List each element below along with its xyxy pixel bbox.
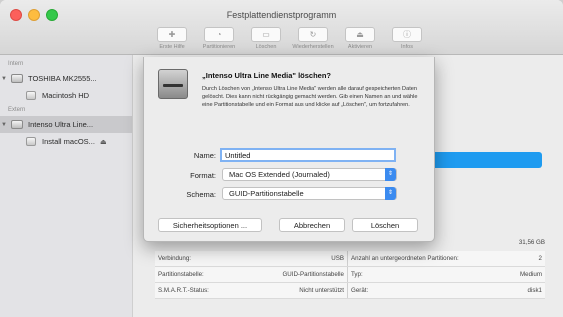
toolbar-restore[interactable]: ↻ Wiederherstellen [291, 27, 335, 50]
chevron-updown-icon: ⇕ [385, 187, 396, 200]
format-label: Format: [190, 171, 216, 180]
toolbar-label: Aktivieren [347, 44, 373, 50]
toolbar-mount[interactable]: ⏏ Aktivieren [338, 27, 382, 50]
first-aid-icon[interactable]: ✚ [157, 27, 187, 42]
sidebar-item-install-macos[interactable]: Install macOS... ⏏ [0, 133, 132, 150]
info-label: S.M.A.R.T.-Status: [155, 282, 241, 299]
info-value: GUID-Partitionstabelle [241, 266, 348, 283]
disk-utility-window: Festplattendienstprogramm ✚ Erste Hilfe … [0, 0, 563, 317]
dialog-title: „Intenso Ultra Line Media" löschen? [202, 71, 331, 80]
security-options-button[interactable]: Sicherheitsoptionen ... [158, 218, 262, 232]
table-row: S.M.A.R.T.-Status: Nicht unterstützt Ger… [155, 282, 545, 299]
toolbar-label: Erste Hilfe [159, 44, 185, 50]
toolbar-partition[interactable]: ◔ Partitionieren [197, 27, 241, 50]
info-value: disk1 [484, 282, 545, 299]
name-field[interactable] [220, 148, 396, 162]
cancel-button[interactable]: Abbrechen [279, 218, 345, 232]
toolbar-label: Infos [401, 44, 413, 50]
table-row: Partitionstabelle: GUID-Partitionstabell… [155, 266, 545, 283]
info-label: Anzahl an untergeordneten Partitionen: [347, 251, 484, 267]
sidebar-item-label: Macintosh HD [42, 91, 90, 100]
table-row: Verbindung: USB Anzahl an untergeordnete… [155, 251, 545, 267]
restore-icon[interactable]: ↻ [298, 27, 328, 42]
toolbar-info[interactable]: ⓘ Infos [385, 27, 429, 50]
window-title: Festplattendienstprogramm [226, 10, 337, 20]
sidebar: Intern ▼ TOSHIBA MK2555... Macintosh HD … [0, 55, 133, 317]
erase-icon[interactable]: ▭ [251, 27, 281, 42]
partition-icon[interactable]: ◔ [204, 27, 234, 42]
sidebar-item-intenso[interactable]: ▼ Intenso Ultra Line... [0, 116, 132, 133]
sidebar-item-macintosh-hd[interactable]: Macintosh HD [0, 87, 132, 104]
toolbar-erase[interactable]: ▭ Löschen [244, 27, 288, 50]
info-table: Verbindung: USB Anzahl an untergeordnete… [155, 251, 545, 299]
info-label: Partitionstabelle: [155, 266, 241, 283]
sidebar-section-internal: Intern [8, 61, 24, 67]
name-label: Name: [193, 151, 216, 160]
info-label: Verbindung: [155, 251, 241, 267]
volume-icon [26, 137, 36, 146]
scheme-value: GUID-Partitionstabelle [229, 189, 304, 198]
dialog-body: Durch Löschen von „Intenso Ultra Line Me… [202, 86, 418, 109]
eject-icon[interactable]: ⏏ [100, 138, 107, 146]
info-value: 2 [484, 251, 545, 267]
info-value: Medium [484, 266, 545, 283]
external-disk-icon [158, 69, 188, 99]
toolbar: ✚ Erste Hilfe ◔ Partitionieren ▭ Löschen… [150, 27, 429, 50]
erase-dialog: „Intenso Ultra Line Media" löschen? Durc… [143, 57, 435, 242]
sidebar-section-external: Extern [8, 107, 26, 113]
info-icon[interactable]: ⓘ [392, 27, 422, 42]
erase-button[interactable]: Löschen [352, 218, 418, 232]
titlebar: Festplattendienstprogramm ✚ Erste Hilfe … [0, 0, 563, 55]
disclosure-triangle-icon[interactable]: ▼ [0, 76, 8, 82]
scheme-label: Schema: [186, 190, 216, 199]
scheme-select[interactable]: GUID-Partitionstabelle ⇕ [222, 187, 397, 200]
format-value: Mac OS Extended (Journaled) [229, 170, 330, 179]
disk-size: 31,56 GB [518, 239, 545, 246]
volume-icon [26, 91, 36, 100]
sidebar-item-label: TOSHIBA MK2555... [28, 74, 97, 83]
disclosure-triangle-icon[interactable]: ▼ [0, 122, 8, 128]
toolbar-label: Löschen [255, 44, 277, 50]
sidebar-item-label: Install macOS... [42, 137, 95, 146]
format-select[interactable]: Mac OS Extended (Journaled) ⇕ [222, 168, 397, 181]
toolbar-label: Wiederherstellen [292, 44, 334, 50]
sidebar-item-toshiba[interactable]: ▼ TOSHIBA MK2555... [0, 70, 132, 87]
info-label: Gerät: [347, 282, 484, 299]
external-disk-icon [11, 120, 23, 129]
info-label: Typ: [347, 266, 484, 283]
chevron-updown-icon: ⇕ [385, 168, 396, 181]
toolbar-label: Partitionieren [202, 44, 236, 50]
info-value: Nicht unterstützt [241, 282, 348, 299]
toolbar-first-aid[interactable]: ✚ Erste Hilfe [150, 27, 194, 50]
sidebar-item-label: Intenso Ultra Line... [28, 120, 94, 129]
info-value: USB [241, 251, 348, 267]
hard-disk-icon [11, 74, 23, 83]
mount-icon[interactable]: ⏏ [345, 27, 375, 42]
